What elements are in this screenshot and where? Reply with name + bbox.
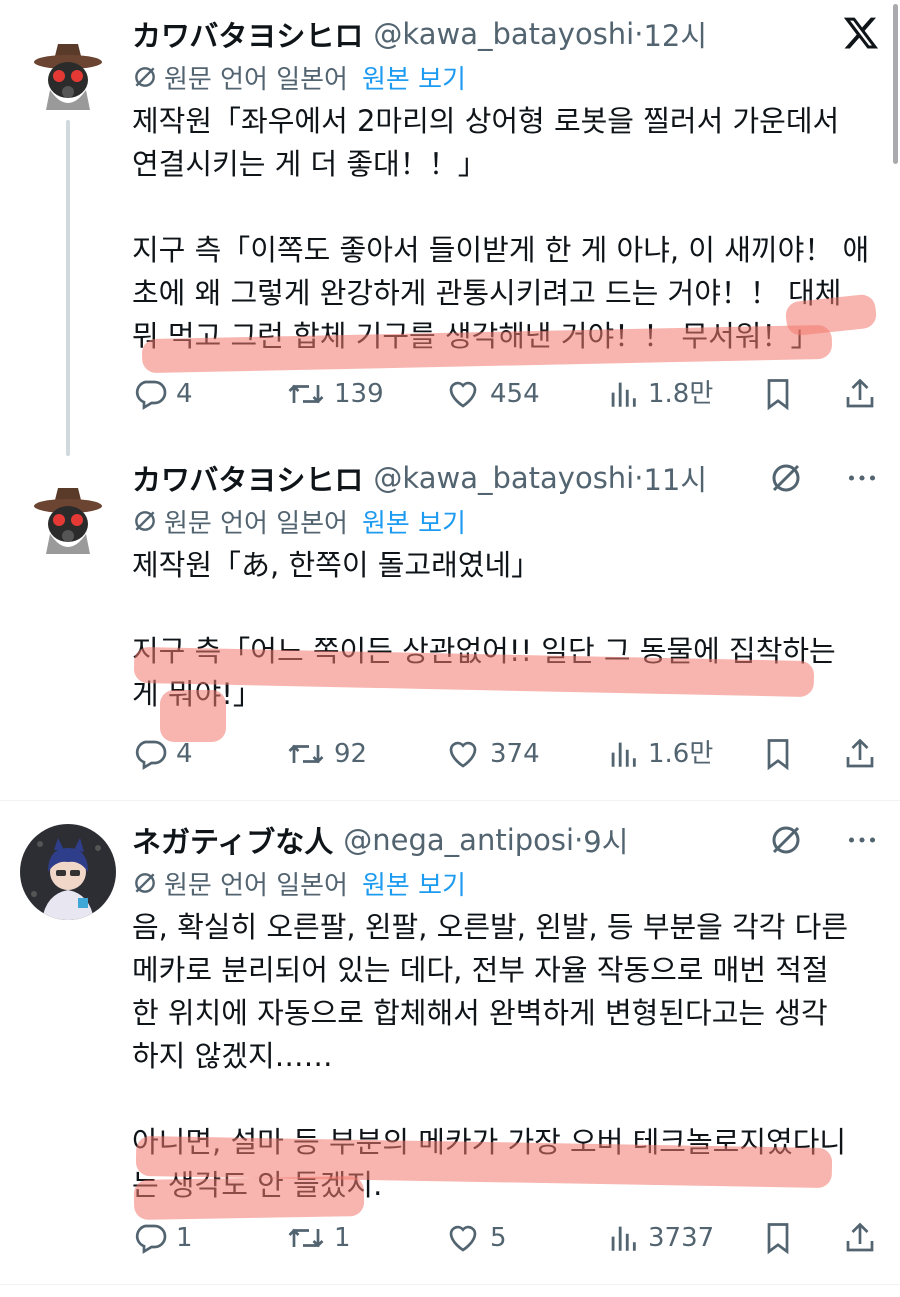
timestamp[interactable]: 11시 — [643, 457, 707, 499]
retweet-button[interactable]: 139 — [286, 374, 384, 414]
bookmark-button[interactable] — [760, 1218, 796, 1258]
views-count: 1.8만 — [648, 379, 714, 409]
user-handle[interactable]: @kawa_batayoshi — [373, 17, 634, 51]
share-button[interactable] — [842, 1218, 878, 1258]
grok-icon[interactable] — [768, 822, 804, 862]
like-count: 454 — [490, 379, 540, 409]
reply-count: 4 — [176, 379, 193, 409]
like-icon — [449, 381, 477, 408]
views-icon — [611, 742, 636, 767]
retweet-icon — [288, 1228, 324, 1248]
more-icon[interactable] — [844, 822, 880, 862]
views-button[interactable]: 1.6만 — [606, 734, 713, 774]
translate-icon — [135, 873, 155, 893]
share-button[interactable] — [842, 734, 878, 774]
tweet-actions: 4 92 374 1.6만 — [132, 734, 880, 774]
separator-dot: · — [574, 823, 584, 857]
retweet-button[interactable]: 1 — [286, 1218, 351, 1258]
display-name[interactable]: ネガティブな人 — [132, 819, 333, 861]
share-icon — [846, 1222, 874, 1252]
like-count: 5 — [490, 1223, 507, 1253]
like-button[interactable]: 5 — [444, 1218, 507, 1258]
more-icon[interactable] — [844, 460, 880, 500]
tweet-divider — [0, 1284, 900, 1285]
avatar[interactable] — [20, 824, 116, 920]
reply-count: 4 — [176, 739, 193, 769]
share-button[interactable] — [842, 374, 878, 414]
views-count: 3737 — [648, 1223, 715, 1253]
grok-icon[interactable] — [768, 460, 804, 500]
reply-icon — [135, 740, 167, 770]
retweet-count: 92 — [334, 739, 368, 769]
views-icon — [611, 1226, 636, 1251]
retweet-count: 1 — [334, 1223, 351, 1253]
translation-label: 원문 언어 일본어 — [164, 508, 348, 539]
user-handle[interactable]: @nega_antiposi — [343, 823, 574, 857]
reply-button[interactable]: 1 — [132, 1218, 193, 1258]
tweet-header: カワバタヨシヒロ @kawa_batayoshi · 12시 — [132, 14, 880, 54]
views-count: 1.6만 — [648, 739, 714, 769]
bookmark-icon — [767, 739, 789, 771]
share-icon — [846, 738, 874, 768]
avatar-anime-character-image — [20, 824, 116, 920]
translate-icon — [135, 67, 155, 87]
bookmark-button[interactable] — [760, 734, 796, 774]
translation-notice: 원문 언어 일본어 원본 보기 — [132, 503, 880, 540]
timestamp[interactable]: 9시 — [583, 819, 628, 861]
display-name[interactable]: カワバタヨシヒロ — [132, 13, 363, 55]
retweet-icon — [288, 384, 324, 404]
separator-dot: · — [634, 17, 644, 51]
reply-button[interactable]: 4 — [132, 734, 193, 774]
translate-icon — [135, 511, 155, 531]
bookmark-button[interactable] — [760, 374, 796, 414]
avatar[interactable] — [20, 464, 116, 560]
bookmark-icon — [767, 1223, 789, 1255]
views-icon — [611, 382, 636, 407]
reply-icon — [135, 1224, 167, 1254]
avatar[interactable] — [20, 20, 116, 116]
scrollbar[interactable] — [893, 4, 898, 164]
tweet-text: 제작원「あ, 한쪽이 돌고래였네」 지구 측「어느 쪽이든 상관없어!! 일단 … — [132, 548, 836, 711]
like-button[interactable]: 374 — [444, 734, 540, 774]
show-original-link[interactable]: 원본 보기 — [362, 59, 466, 96]
retweet-count: 139 — [334, 379, 384, 409]
tweet-text: 제작원「좌우에서 2마리의 상어형 로봇을 찔러서 가운데서 연결시키는 게 더… — [132, 104, 870, 353]
show-original-link[interactable]: 원본 보기 — [362, 503, 466, 540]
like-button[interactable]: 454 — [444, 374, 540, 414]
display-name[interactable]: カワバタヨシヒロ — [132, 457, 363, 499]
show-original-link[interactable]: 원본 보기 — [362, 865, 466, 902]
share-icon — [846, 378, 874, 408]
views-button[interactable]: 3737 — [606, 1218, 714, 1258]
tweet-text: 음, 확실히 오른팔, 왼팔, 오른발, 왼발, 등 부분을 각각 다른 메카로… — [132, 910, 849, 1202]
x-logo-icon[interactable] — [842, 14, 880, 56]
translation-notice: 원문 언어 일본어 원본 보기 — [132, 865, 880, 902]
tweet-divider — [0, 800, 900, 801]
like-icon — [449, 741, 477, 768]
avatar-gasmask-image — [20, 464, 116, 560]
translation-notice: 원문 언어 일본어 원본 보기 — [132, 59, 880, 96]
reply-button[interactable]: 4 — [132, 374, 193, 414]
reply-icon — [135, 380, 167, 410]
retweet-icon — [288, 744, 324, 764]
like-count: 374 — [490, 739, 540, 769]
tweet-actions: 1 1 5 3737 — [132, 1218, 880, 1258]
reply-count: 1 — [176, 1223, 193, 1253]
like-icon — [449, 1225, 477, 1252]
translation-label: 원문 언어 일본어 — [164, 870, 348, 901]
separator-dot: · — [634, 461, 644, 495]
retweet-button[interactable]: 92 — [286, 734, 367, 774]
user-handle[interactable]: @kawa_batayoshi — [373, 461, 634, 495]
thread-connector-line — [66, 120, 70, 456]
translation-label: 원문 언어 일본어 — [164, 64, 348, 95]
avatar-gasmask-image — [20, 20, 116, 116]
tweet-actions: 4 139 454 1.8만 — [132, 374, 880, 414]
timestamp[interactable]: 12시 — [643, 13, 707, 55]
bookmark-icon — [767, 379, 789, 411]
views-button[interactable]: 1.8만 — [606, 374, 713, 414]
